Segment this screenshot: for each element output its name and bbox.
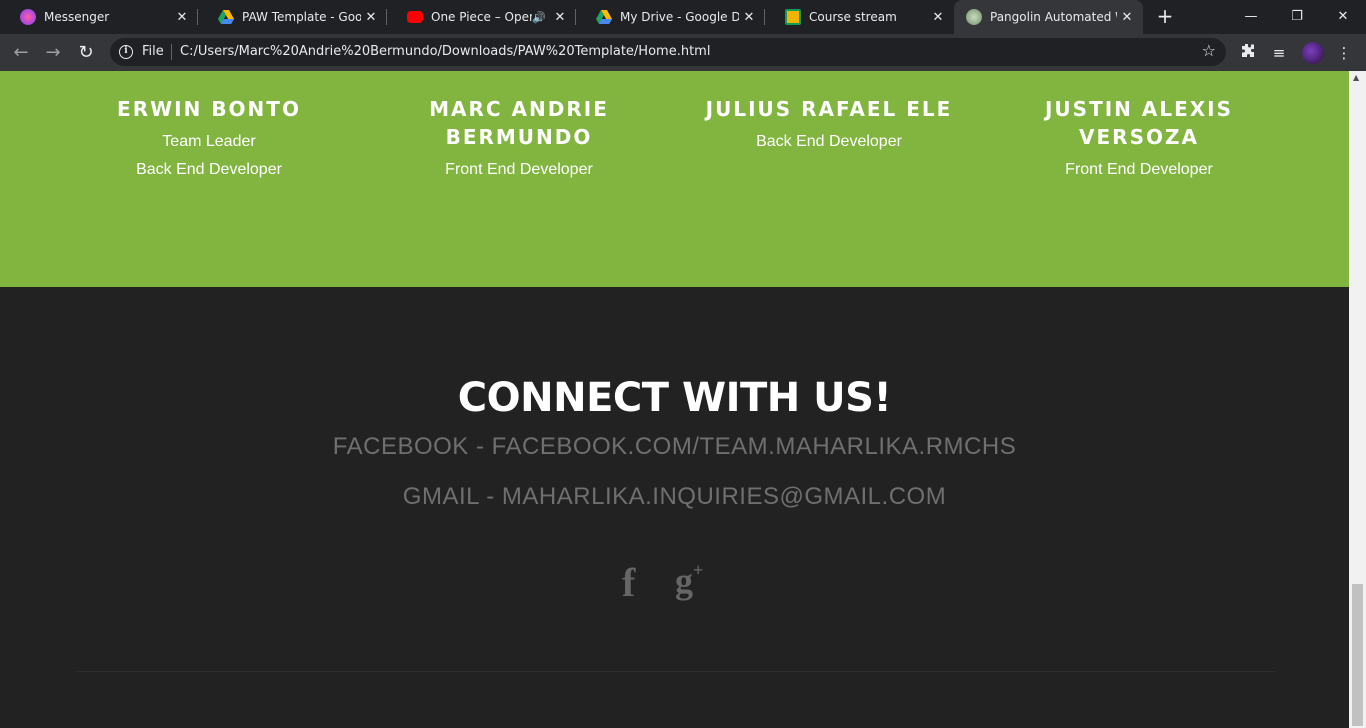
tab-title: My Drive - Google Drive xyxy=(620,10,739,24)
tab-title: Pangolin Automated W xyxy=(990,10,1117,24)
tab-title: PAW Template - Google xyxy=(242,10,361,24)
connect-section: CONNECT WITH US! FACEBOOK - FACEBOOK.COM… xyxy=(0,287,1349,728)
footer-divider xyxy=(76,671,1276,672)
tab-title: Course stream xyxy=(809,10,897,24)
google-drive-icon xyxy=(218,9,234,25)
info-icon[interactable]: i xyxy=(119,45,133,59)
forward-icon[interactable]: → xyxy=(42,42,64,64)
browser-toolbar: ← → ↻ i File C:/Users/Marc%20Andrie%20Be… xyxy=(0,34,1366,71)
close-icon[interactable]: ✕ xyxy=(1117,10,1137,25)
minimize-icon[interactable]: — xyxy=(1228,6,1274,28)
facebook-contact: FACEBOOK - FACEBOOK.COM/TEAM.MAHARLIKA.R… xyxy=(332,433,1017,460)
member-role: Team Leader xyxy=(162,133,256,150)
page-viewport: ERWIN BONTO Team Leader Back End Develop… xyxy=(0,71,1349,728)
media-queue-icon[interactable]: ≡ xyxy=(1269,43,1289,63)
social-links: f g+ xyxy=(0,561,1349,603)
audio-playing-icon[interactable]: 🔊 xyxy=(532,11,546,24)
address-bar[interactable]: i File C:/Users/Marc%20Andrie%20Bermundo… xyxy=(110,38,1226,66)
member-role: Front End Developer xyxy=(1065,161,1213,178)
team-member-card: JULIUS RAFAEL ELE Back End Developer xyxy=(699,95,959,156)
extensions-icon[interactable] xyxy=(1237,43,1257,63)
restore-icon[interactable]: ❐ xyxy=(1274,6,1320,28)
close-icon[interactable]: ✕ xyxy=(550,10,570,25)
new-tab-icon[interactable]: + xyxy=(1154,5,1176,27)
member-role: Back End Developer xyxy=(756,133,902,150)
close-icon[interactable]: ✕ xyxy=(172,10,192,25)
tab-one-piece[interactable]: One Piece – Openin 🔊 ✕ xyxy=(387,0,576,34)
scrollbar-thumb[interactable] xyxy=(1352,584,1363,726)
close-icon[interactable]: ✕ xyxy=(928,10,948,25)
tab-messenger[interactable]: Messenger ✕ xyxy=(0,0,198,34)
profile-avatar[interactable] xyxy=(1302,42,1324,64)
google-classroom-icon xyxy=(785,9,801,25)
member-role: Front End Developer xyxy=(445,161,593,178)
close-icon[interactable]: ✕ xyxy=(739,10,759,25)
scroll-up-icon[interactable]: ▲ xyxy=(1353,73,1359,82)
member-role: Back End Developer xyxy=(136,161,282,178)
menu-kebab-icon[interactable]: ⋮ xyxy=(1334,43,1354,63)
reload-icon[interactable]: ↻ xyxy=(75,42,97,64)
gmail-contact: GMAIL - MAHARLIKA.INQUIRIES@GMAIL.COM xyxy=(402,483,947,510)
tab-title: One Piece – Openin xyxy=(431,10,532,24)
messenger-icon xyxy=(20,9,36,25)
youtube-icon xyxy=(407,11,423,23)
pangolin-icon xyxy=(966,9,982,25)
member-name: JUSTIN ALEXIS VERSOZA xyxy=(1044,97,1234,149)
member-name: MARC ANDRIE BERMUNDO xyxy=(429,97,609,149)
bookmark-star-icon[interactable]: ☆ xyxy=(1202,41,1216,60)
member-name: JULIUS RAFAEL ELE xyxy=(705,97,953,121)
window-close-icon[interactable]: ✕ xyxy=(1320,6,1366,28)
tab-my-drive[interactable]: My Drive - Google Drive ✕ xyxy=(576,0,765,34)
url-scheme-label: File xyxy=(142,44,164,59)
back-icon[interactable]: ← xyxy=(10,42,32,64)
url-text[interactable]: C:/Users/Marc%20Andrie%20Bermundo/Downlo… xyxy=(180,44,710,59)
facebook-icon[interactable]: f xyxy=(622,563,635,603)
connect-heading: CONNECT WITH US! xyxy=(457,375,892,421)
tab-strip: Messenger ✕ PAW Template - Google ✕ One … xyxy=(0,0,1366,34)
google-drive-icon xyxy=(596,9,612,25)
team-member-card: ERWIN BONTO Team Leader Back End Develop… xyxy=(79,95,339,184)
member-name: ERWIN BONTO xyxy=(117,97,301,121)
scrollbar[interactable]: ▲ xyxy=(1349,71,1366,728)
close-icon[interactable]: ✕ xyxy=(361,10,381,25)
tab-title: Messenger xyxy=(44,10,110,24)
tab-course-stream[interactable]: Course stream ✕ xyxy=(765,0,954,34)
team-member-card: JUSTIN ALEXIS VERSOZA Front End Develope… xyxy=(1009,95,1269,184)
google-plus-icon[interactable]: g+ xyxy=(675,561,703,601)
tab-pangolin[interactable]: Pangolin Automated W ✕ xyxy=(954,0,1143,34)
team-member-card: MARC ANDRIE BERMUNDO Front End Developer xyxy=(389,95,649,184)
tab-paw-template[interactable]: PAW Template - Google ✕ xyxy=(198,0,387,34)
team-section: ERWIN BONTO Team Leader Back End Develop… xyxy=(0,71,1349,287)
